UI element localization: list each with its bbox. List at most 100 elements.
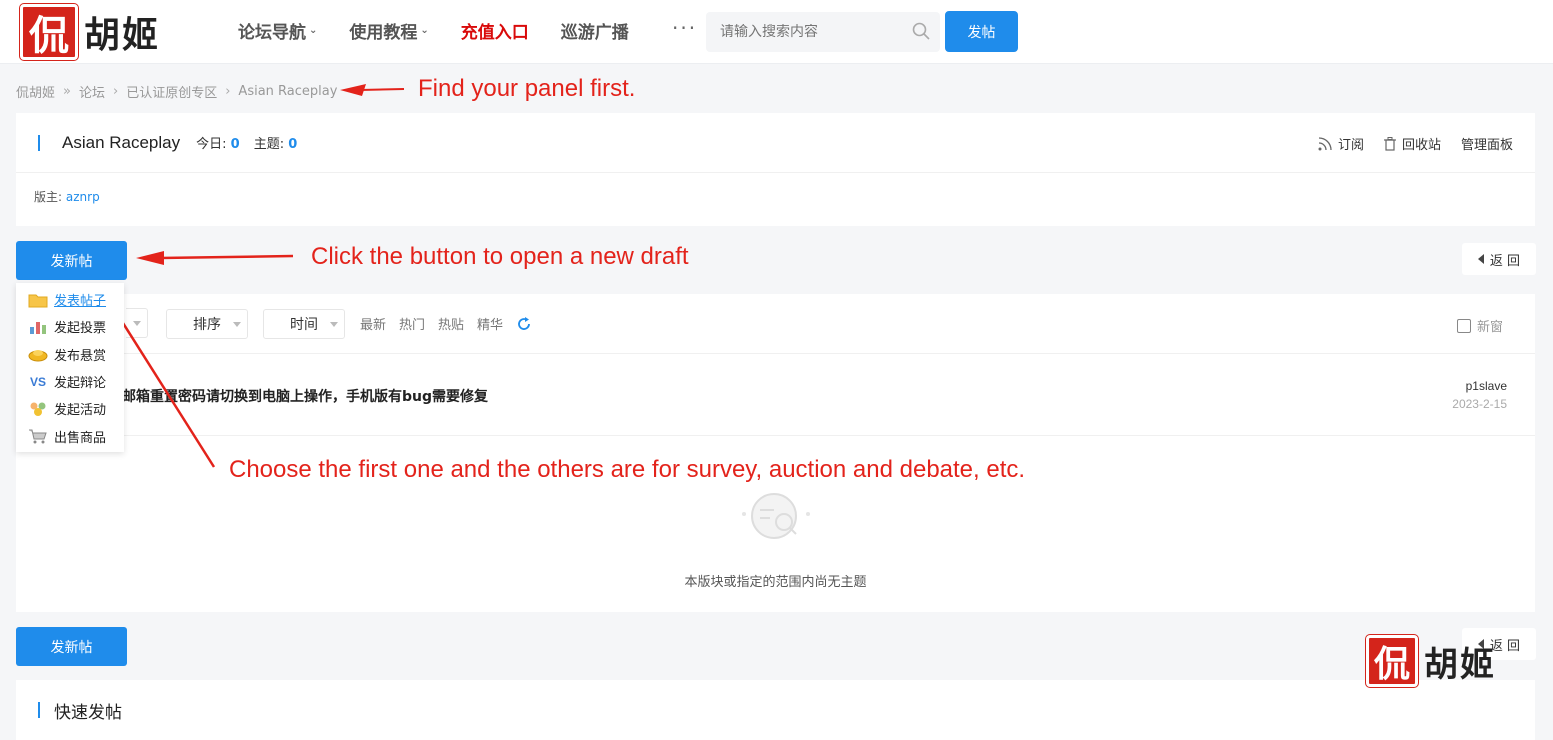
breadcrumb: 侃胡姬 » 论坛 › 已认证原创专区 › Asian Raceplay [16,82,345,101]
dropdown-item-post[interactable]: 发表帖子 [16,286,124,313]
arrow-to-new-post [136,251,294,265]
new-post-button[interactable]: 发新帖 [16,241,127,280]
new-window-toggle[interactable]: 新窗 [1456,316,1503,335]
filter-digest[interactable]: 精华 [477,314,503,333]
thread-date: 2023-2-15 [1452,397,1507,411]
title-bar-accent [38,134,40,151]
today-value: 0 [230,137,240,152]
breadcrumb-section[interactable]: 已认证原创专区 [126,82,217,101]
moderator-line: 版主: aznrp [16,173,1535,205]
topics-label: 主题: [253,137,285,152]
watermark-logo: 侃 胡姬 [1366,635,1496,687]
dropdown-label: 发起投票 [54,321,107,337]
new-window-checkbox[interactable] [1456,318,1471,333]
time-select[interactable]: 时间 [263,308,345,339]
topics-value: 0 [288,137,298,152]
breadcrumb-sep: › [113,84,119,99]
breadcrumb-sep: » [63,84,71,99]
recycle-bin-button[interactable]: 回收站 [1383,134,1441,153]
nav-broadcast[interactable]: 巡游广播 [561,18,629,43]
nav-label: 使用教程 [349,23,418,43]
manage-panel-button[interactable]: 管理面板 [1461,134,1513,153]
new-post-button-bottom[interactable]: 发新帖 [16,627,127,666]
thread-title[interactable]: 邮箱重置密码请切换到电脑上操作，手机版有bug需要修复 [122,386,488,406]
dropdown-item-debate[interactable]: VS 发起辩论 [16,368,124,395]
dropdown-item-sell[interactable]: 出售商品 [16,422,124,449]
subscribe-label: 订阅 [1337,138,1364,153]
moderator-link[interactable]: aznrp [66,190,100,204]
back-button[interactable]: 返 回 [1462,243,1536,275]
refresh-icon[interactable] [516,316,532,332]
nav-tutorial[interactable]: 使用教程 ⌄ [349,18,428,43]
forum-actions: 订阅 回收站 管理面板 [1298,134,1513,153]
empty-state-icon [742,493,810,539]
logo-seal: 侃 [20,4,78,60]
vs-icon: VS [29,374,46,389]
dropdown-item-poll[interactable]: 发起投票 [16,313,124,340]
logo-text: 胡姬 [84,14,161,56]
nav-label: 论坛导航 [238,23,306,43]
cart-icon [28,428,48,444]
topics-stat: 主题: 0 [254,133,298,152]
quick-post-section: 快速发帖 [16,680,1535,740]
filter-hot[interactable]: 热门 [399,314,425,333]
thread-author[interactable]: p1slave [1466,379,1507,393]
rss-icon [1318,136,1332,150]
breadcrumb-home[interactable]: 侃胡姬 [16,82,55,101]
site-header: 侃 胡姬 论坛导航⌄ 使用教程⌄ 充值入口 巡游广播 ··· 发帖 [0,0,1553,64]
quick-post-title: 快速发帖 [54,702,122,723]
folder-icon [28,292,48,308]
dropdown-label: 发布悬赏 [54,348,107,364]
watermark-seal: 侃 [1366,635,1418,687]
sort-select[interactable]: 排序 [166,308,248,339]
dropdown-label: 发起活动 [54,403,107,419]
empty-state-text: 本版块或指定的范围内尚无主题 [684,575,867,590]
gold-ingot-icon [28,346,48,362]
chevron-down-icon: ⌄ [420,25,429,36]
nav-label: 充值入口 [460,23,529,43]
title-bar-accent [38,702,40,718]
poll-chart-icon [28,319,48,335]
watermark-text: 胡姬 [1424,644,1496,685]
dropdown-label: 发表帖子 [54,294,107,310]
filter-hot-posts[interactable]: 热贴 [438,314,464,333]
nav-forum-guide[interactable]: 论坛导航 ⌄ [238,18,317,43]
nav-more-icon[interactable]: ··· [672,16,697,40]
forum-panel: Asian Raceplay 今日: 0 主题: 0 订阅 回收站 管理面板 版… [16,113,1535,226]
type-filter-select[interactable] [126,308,148,338]
moderator-label: 版主: [34,190,63,204]
annotation-choose-first: Choose the first one and the others are … [229,456,1026,483]
dropdown-label: 发起辩论 [54,376,107,392]
recycle-label: 回收站 [1401,138,1441,153]
subscribe-button[interactable]: 订阅 [1318,134,1364,153]
forum-title: Asian Raceplay [62,132,181,152]
manage-label: 管理面板 [1460,138,1513,153]
dropdown-item-reward[interactable]: 发布悬赏 [16,341,124,368]
main-nav: 论坛导航 ⌄ 使用教程 ⌄ 充值入口 巡游广播 [238,18,661,43]
breadcrumb-forum[interactable]: 论坛 [79,82,105,101]
chevron-down-icon: ⌄ [309,25,318,36]
search-input[interactable] [720,24,900,40]
dropdown-item-activity[interactable]: 发起活动 [16,395,124,422]
breadcrumb-sep: › [225,84,231,99]
trash-icon [1383,136,1396,151]
annotation-click-button: Click the button to open a new draft [311,243,689,270]
post-button[interactable]: 发帖 [945,11,1018,52]
breadcrumb-current[interactable]: Asian Raceplay [238,84,337,99]
new-post-dropdown: 发表帖子 发起投票 发布悬赏 VS 发起辩论 发起活动 出售商品 [16,283,124,452]
filter-bar: 排序 时间 最新 热门 热贴 精华 新窗 [16,294,1535,354]
today-label: 今日: [196,137,227,152]
filter-latest[interactable]: 最新 [360,314,386,333]
nav-label: 巡游广播 [560,23,629,43]
search-icon[interactable] [912,22,930,40]
search-box [706,12,940,52]
annotation-find-panel: Find your panel first. [418,75,636,102]
new-window-label: 新窗 [1476,320,1503,335]
dropdown-label: 出售商品 [54,430,107,446]
today-stat: 今日: 0 [196,133,240,152]
arrow-to-breadcrumb [340,84,405,96]
table-row[interactable]: 邮箱重置密码请切换到电脑上操作，手机版有bug需要修复 p1slave 2023… [16,354,1535,436]
site-logo[interactable]: 侃 胡姬 [20,4,160,60]
nav-recharge[interactable]: 充值入口 [461,18,529,43]
thread-list: 排序 时间 最新 热门 热贴 精华 新窗 邮箱重置密码请切换到电脑上操作，手机版… [16,294,1535,612]
